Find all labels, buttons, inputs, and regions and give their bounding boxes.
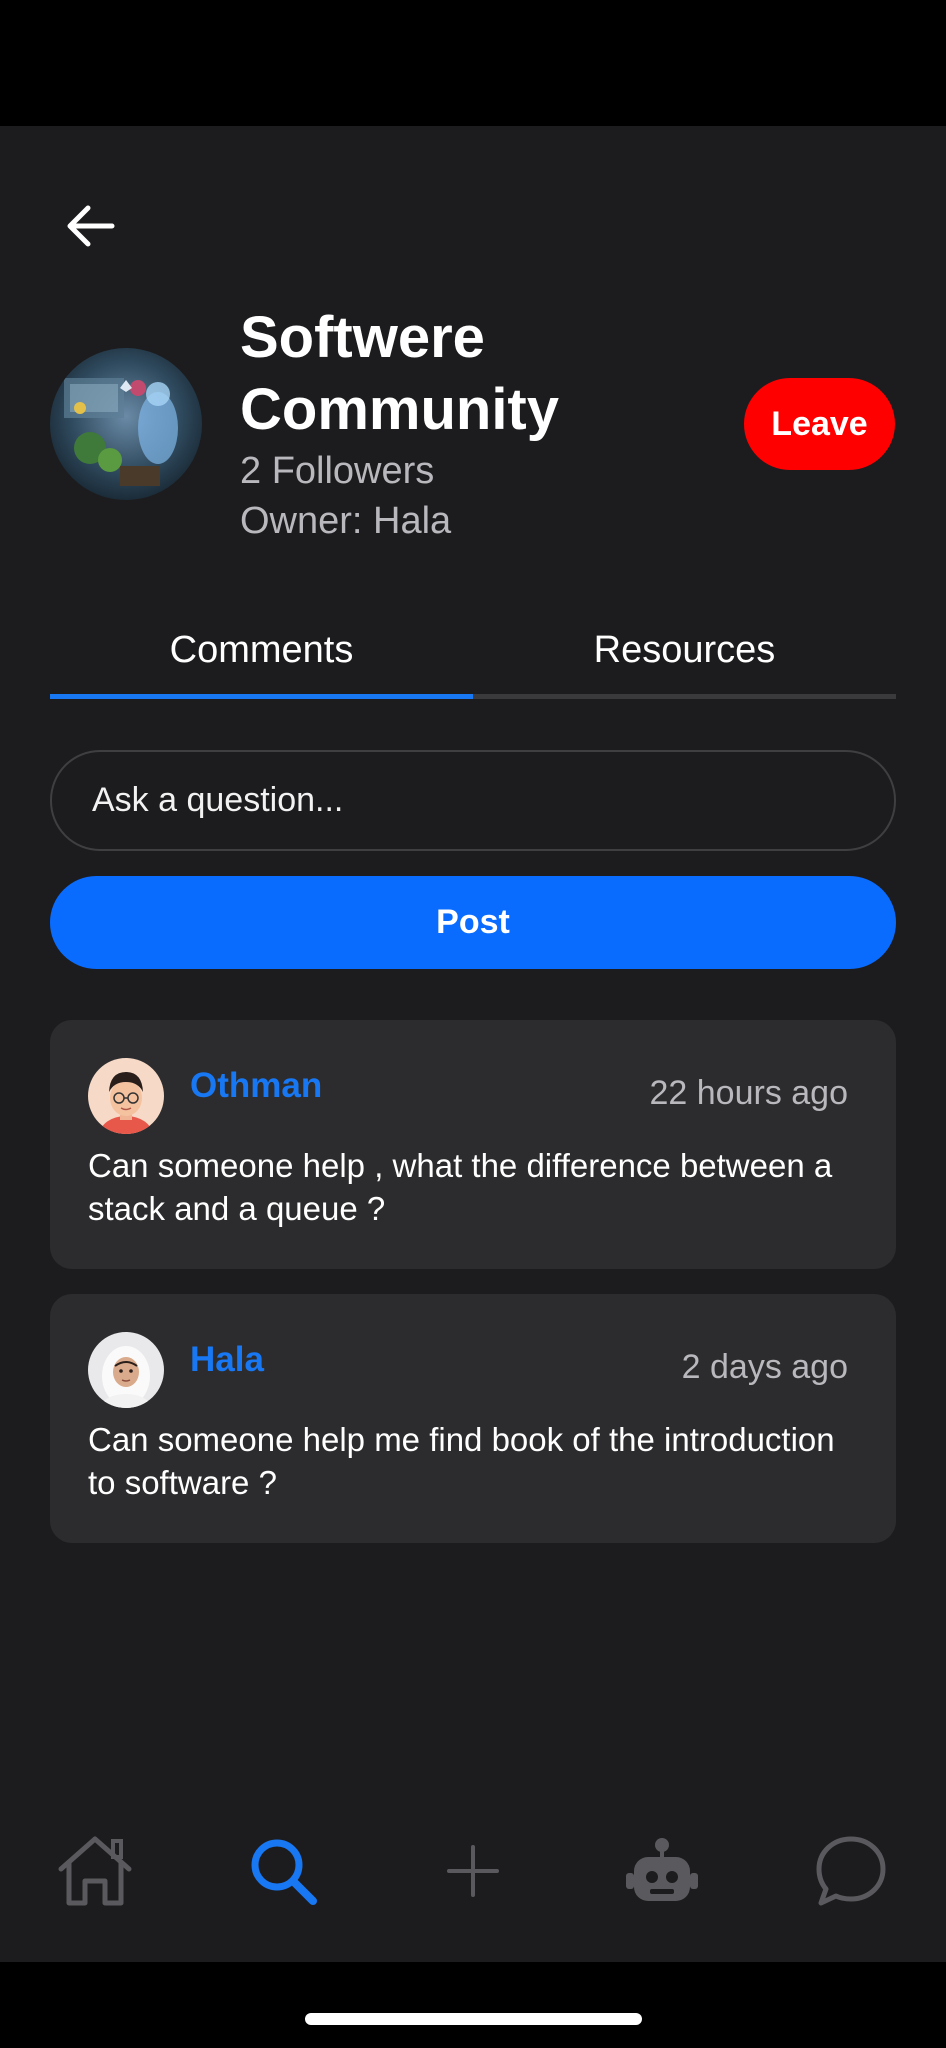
nav-add[interactable] bbox=[428, 1826, 518, 1916]
comment-text: Can someone help , what the difference b… bbox=[88, 1147, 833, 1227]
tab-resources[interactable]: Resources bbox=[473, 610, 896, 690]
chat-icon bbox=[816, 1836, 886, 1906]
add-icon bbox=[447, 1845, 499, 1897]
status-bar bbox=[0, 0, 946, 126]
owner-label: Owner: Hala bbox=[240, 500, 452, 542]
bottom-navigation bbox=[0, 1776, 946, 1962]
title-line-1: Softwere bbox=[240, 305, 485, 370]
comment-author[interactable]: Hala bbox=[190, 1340, 264, 1380]
nav-home[interactable] bbox=[50, 1826, 140, 1916]
tab-active-indicator bbox=[50, 694, 473, 699]
home-icon bbox=[58, 1836, 132, 1906]
bot-icon bbox=[626, 1838, 698, 1901]
avatar[interactable] bbox=[88, 1332, 164, 1408]
avatar[interactable] bbox=[88, 1058, 164, 1134]
page-title: Softwere Community bbox=[240, 302, 660, 446]
nav-search[interactable] bbox=[238, 1826, 328, 1916]
search-icon bbox=[251, 1839, 317, 1905]
arrow-left-icon bbox=[67, 205, 115, 247]
group-avatar bbox=[50, 348, 202, 500]
comment-timestamp: 2 days ago bbox=[681, 1348, 848, 1386]
nav-chat[interactable] bbox=[806, 1826, 896, 1916]
comment-card: Hala 2 days ago Can someone help me find… bbox=[50, 1294, 896, 1543]
tab-bar: Comments Resources bbox=[50, 610, 896, 700]
comment-text: Can someone help me find book of the int… bbox=[88, 1421, 835, 1501]
followers-count: 2 Followers bbox=[240, 450, 435, 492]
comment-card: Othman 22 hours ago Can someone help , w… bbox=[50, 1020, 896, 1269]
post-button[interactable]: Post bbox=[50, 876, 896, 969]
tab-comments[interactable]: Comments bbox=[50, 610, 473, 690]
title-line-2: Community bbox=[240, 377, 559, 442]
leave-button[interactable]: Leave bbox=[744, 378, 895, 470]
comment-timestamp: 22 hours ago bbox=[649, 1074, 849, 1112]
nav-bot[interactable] bbox=[617, 1826, 707, 1916]
home-indicator[interactable] bbox=[305, 2013, 642, 2025]
back-button[interactable] bbox=[66, 196, 136, 256]
question-input[interactable] bbox=[50, 750, 896, 851]
system-bottom-bar bbox=[0, 1962, 946, 2048]
comment-author[interactable]: Othman bbox=[190, 1066, 322, 1106]
